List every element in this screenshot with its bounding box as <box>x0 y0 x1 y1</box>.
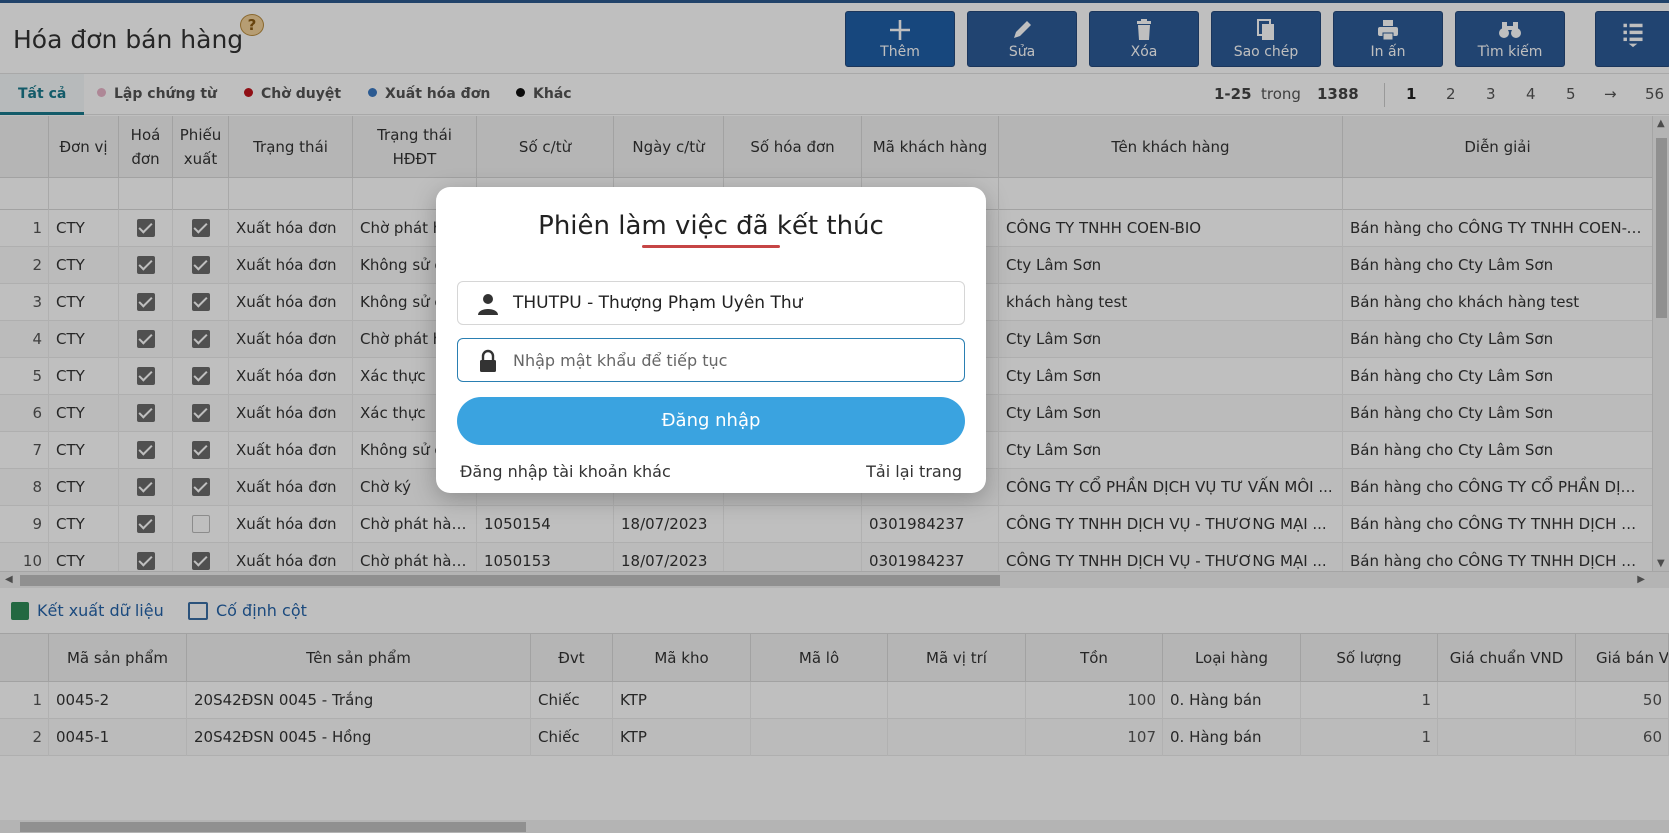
password-field-wrapper <box>457 338 965 382</box>
login-button[interactable]: Đăng nhập <box>457 397 965 445</box>
user-icon <box>478 294 498 315</box>
password-input[interactable] <box>513 340 953 380</box>
username-display: THUTPU - Thượng Phạm Uyên Thư <box>457 281 965 325</box>
other-account-link[interactable]: Đăng nhập tài khoản khác <box>460 462 671 481</box>
title-underline <box>642 245 780 248</box>
dialog-title: Phiên làm việc đã kết thúc <box>538 211 884 241</box>
session-expired-dialog: Phiên làm việc đã kết thúc THUTPU - Thượ… <box>436 187 986 493</box>
username-text: THUTPU - Thượng Phạm Uyên Thư <box>513 293 803 313</box>
lock-icon <box>480 349 496 372</box>
reload-page-link[interactable]: Tải lại trang <box>866 462 962 481</box>
